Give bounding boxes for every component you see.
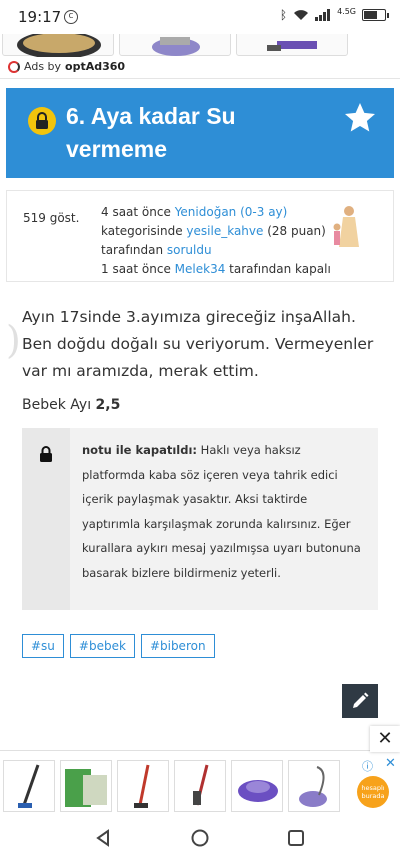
pencil-icon: [353, 692, 369, 708]
back-icon[interactable]: [93, 828, 113, 848]
signal-icon: [315, 9, 331, 21]
closer-user-link[interactable]: Melek34: [175, 262, 226, 276]
question-meta: 519 göst. 4 saat önce Yenidoğan (0-3 ay)…: [6, 190, 394, 282]
ad-product-image[interactable]: [117, 760, 169, 812]
tag-list: #su #bebek #biberon: [22, 634, 215, 658]
question-title: 6. Aya kadar Su vermeme: [66, 103, 236, 162]
lock-icon: [40, 446, 52, 462]
ad-product-image[interactable]: [60, 760, 112, 812]
asked-link[interactable]: soruldu: [167, 243, 212, 257]
tag-biberon[interactable]: #biberon: [140, 634, 215, 658]
ad-dismiss-icon[interactable]: ✕: [385, 756, 396, 771]
ad-product-image[interactable]: [2, 34, 114, 58]
ad-close-button[interactable]: ✕: [370, 726, 400, 752]
tag-su[interactable]: #su: [22, 634, 64, 658]
closed-note: notu ile kapatıldı: Haklı veya haksız pl…: [22, 428, 378, 610]
bluetooth-icon: ᛒ: [279, 8, 288, 22]
lock-icon: [28, 107, 56, 135]
tag-bebek[interactable]: #bebek: [69, 634, 135, 658]
wifi-icon: [294, 10, 309, 20]
ad-product-image[interactable]: [174, 760, 226, 812]
ad-brand-logo[interactable]: hesaplı burada: [357, 776, 389, 808]
ad-product-image[interactable]: [231, 760, 283, 812]
battery-icon: [362, 9, 389, 21]
ad-product-image[interactable]: [236, 34, 348, 56]
view-count: 519 göst.: [23, 211, 80, 225]
sync-icon: c: [64, 10, 78, 24]
user-link[interactable]: yesile_kahve: [186, 224, 263, 238]
bottom-ad-banner[interactable]: ⓘ ✕ hesaplı burada: [0, 756, 400, 814]
baby-age-line: Bebek Ayı 2,5: [22, 397, 121, 413]
divider: [0, 78, 400, 79]
status-bar: 19:17 c ᛒ 4.5G: [0, 0, 400, 34]
ad-product-image[interactable]: [119, 34, 231, 56]
side-swipe-handle[interactable]: ): [6, 318, 21, 362]
question-header: 6. Aya kadar Su vermeme: [6, 88, 394, 178]
status-icons: ᛒ 4.5G: [279, 6, 389, 22]
home-icon[interactable]: [190, 828, 210, 848]
avatar[interactable]: [329, 203, 363, 251]
closed-note-heading: notu ile kapatıldı:: [82, 443, 198, 457]
status-time: 19:17: [18, 8, 62, 26]
closed-note-icon-column: [22, 428, 70, 610]
ad-product-image[interactable]: [288, 760, 340, 812]
category-link[interactable]: Yenidoğan (0-3 ay): [175, 205, 288, 219]
ads-by-label[interactable]: Ads by optAd360: [8, 60, 125, 73]
optad-logo-icon: [8, 60, 20, 73]
question-meta-text: 4 saat önce Yenidoğan (0-3 ay) kategoris…: [101, 205, 331, 276]
question-body: Ayın 17sinde 3.ayımıza gireceğiz inşaAll…: [22, 308, 374, 380]
edit-button[interactable]: [342, 684, 378, 718]
baby-age-value: 2,5: [95, 397, 121, 413]
system-nav-bar: [0, 816, 400, 866]
divider: [0, 750, 400, 751]
ad-info-icon[interactable]: ⓘ: [362, 758, 373, 774]
favorite-star-icon[interactable]: [342, 100, 378, 136]
closed-note-text: notu ile kapatıldı: Haklı veya haksız pl…: [70, 428, 378, 610]
top-ad-strip[interactable]: [0, 34, 400, 58]
recents-icon[interactable]: [286, 828, 306, 848]
ad-product-image[interactable]: [3, 760, 55, 812]
network-type: 4.5G: [337, 6, 356, 16]
